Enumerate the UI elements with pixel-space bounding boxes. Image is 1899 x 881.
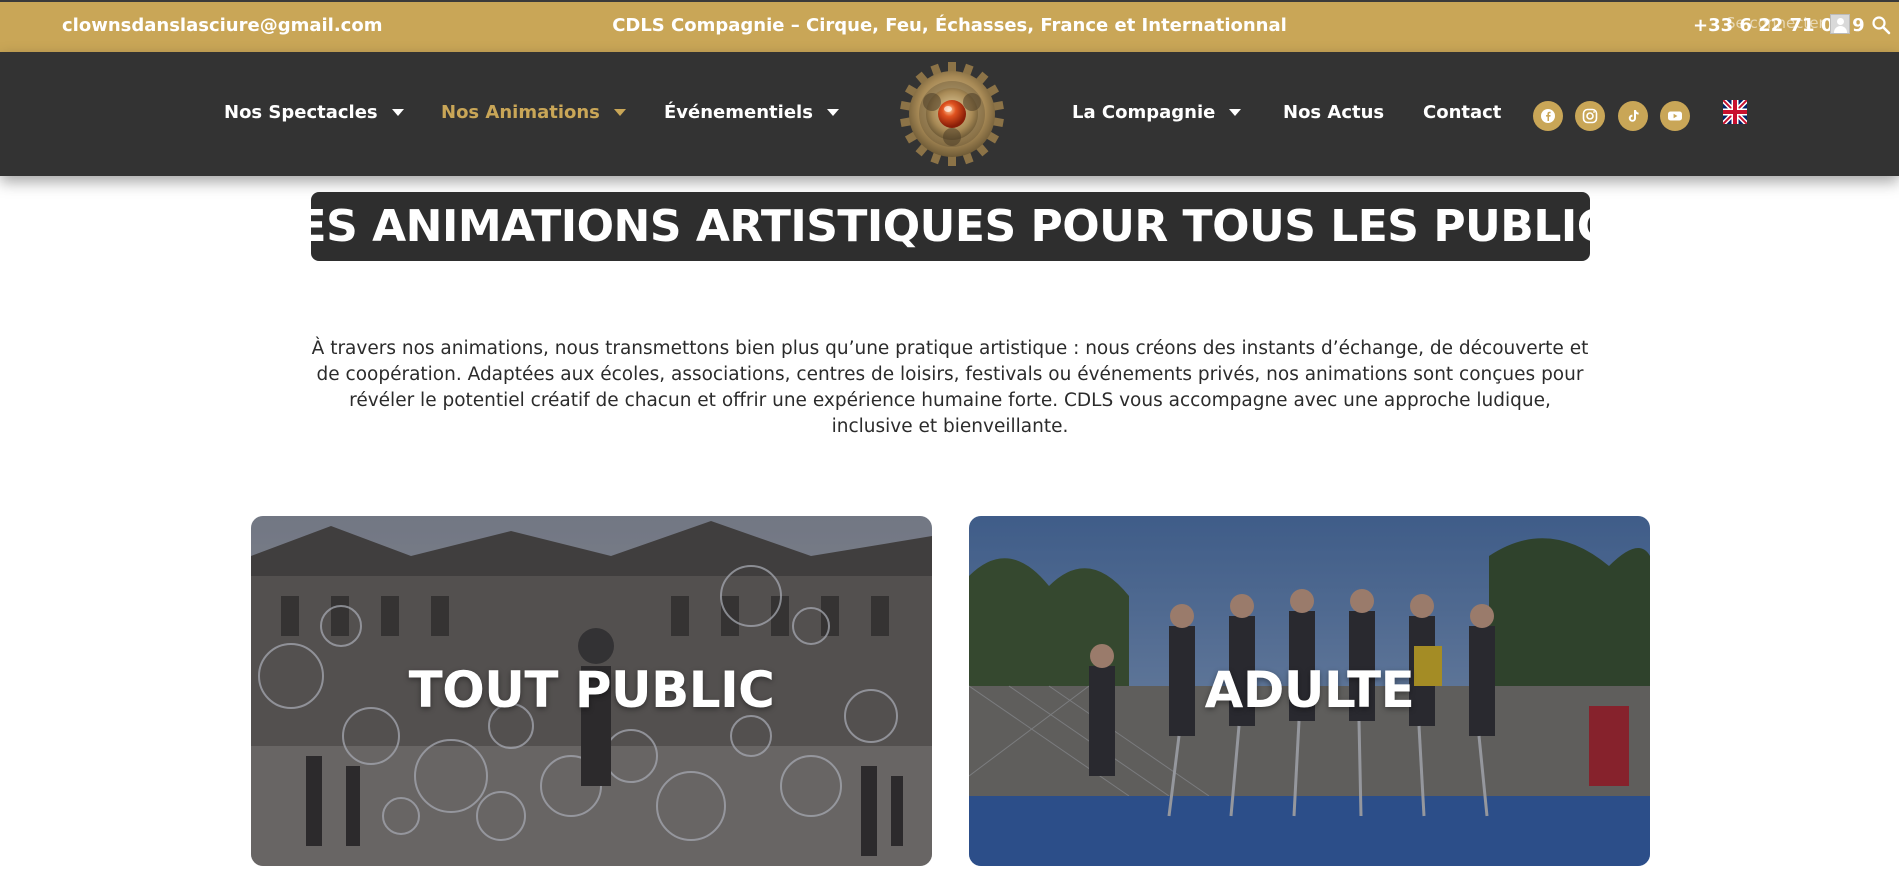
youtube-icon[interactable]: [1660, 101, 1690, 131]
nav-item-label: Contact: [1423, 102, 1502, 123]
site-tagline: CDLS Compagnie – Cirque, Feu, Échasses, …: [612, 15, 1287, 36]
nav-item-label: La Compagnie: [1072, 102, 1216, 123]
chevron-down-icon: [1229, 109, 1242, 116]
nav-item-nos-spectacles[interactable]: Nos Spectacles: [224, 102, 404, 123]
main-navigation: Nos Spectacles Nos Animations Événementi…: [0, 52, 1899, 176]
chevron-down-icon: [391, 109, 404, 116]
facebook-icon[interactable]: [1533, 101, 1563, 131]
nav-item-nos-animations[interactable]: Nos Animations: [441, 102, 626, 123]
top-bar: clownsdanslasciure@gmail.com CDLS Compag…: [0, 0, 1899, 52]
company-logo[interactable]: [900, 62, 1004, 166]
tiktok-icon[interactable]: [1618, 101, 1648, 131]
card-title: TOUT PUBLIC: [408, 661, 775, 719]
nav-item-evenementiels[interactable]: Événementiels: [664, 102, 839, 123]
nav-item-la-compagnie[interactable]: La Compagnie: [1072, 102, 1242, 123]
card-adulte[interactable]: ADULTE: [969, 516, 1650, 866]
nav-item-label: Événementiels: [664, 102, 813, 123]
intro-paragraph: À travers nos animations, nous transmett…: [311, 338, 1589, 437]
nav-item-label: Nos Spectacles: [224, 102, 378, 123]
page-title: DES ANIMATIONS ARTISTIQUES POUR TOUS LES…: [260, 201, 1641, 252]
page-title-box: DES ANIMATIONS ARTISTIQUES POUR TOUS LES…: [260, 192, 1641, 261]
nav-item-contact[interactable]: Contact: [1423, 102, 1501, 123]
chevron-down-icon: [613, 109, 626, 116]
card-title: ADULTE: [1204, 661, 1415, 719]
uk-flag-icon[interactable]: [1723, 100, 1747, 124]
nav-item-nos-actus[interactable]: Nos Actus: [1283, 102, 1384, 123]
chevron-down-icon: [826, 109, 839, 116]
user-avatar-icon[interactable]: [1830, 14, 1850, 34]
nav-item-label: Nos Actus: [1283, 102, 1385, 123]
card-tout-public[interactable]: TOUT PUBLIC: [251, 516, 932, 866]
instagram-icon[interactable]: [1575, 101, 1605, 131]
login-link[interactable]: Se connecter: [1726, 14, 1825, 32]
nav-item-label: Nos Animations: [441, 102, 600, 123]
search-icon[interactable]: [1871, 15, 1891, 35]
